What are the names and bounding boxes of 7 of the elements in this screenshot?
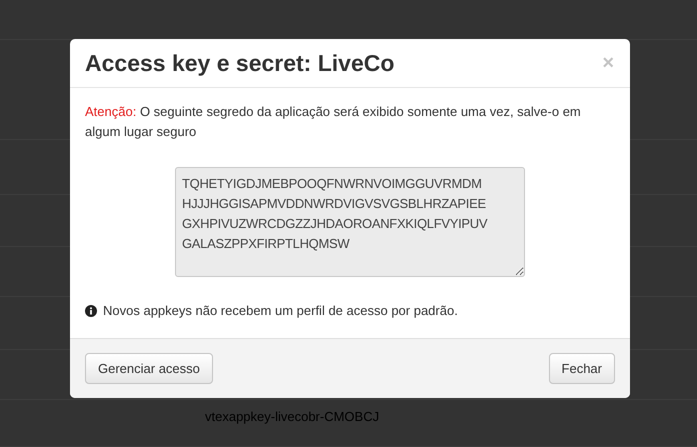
dialog-title: Access key e secret: LiveCo: [85, 50, 394, 76]
info-note: Novos appkeys não recebem um perfil de acesso por padrão.: [103, 303, 458, 318]
info-icon: [85, 304, 97, 316]
manage-access-button[interactable]: Gerenciar acesso: [85, 353, 213, 384]
warning-message: Atenção: O seguinte segredo da aplicação será exibido somente uma vez, salve-o em algum lugar seguro: [85, 103, 582, 141]
close-dialog-button[interactable]: Fechar: [548, 353, 615, 384]
secret-field[interactable]: TQHETYIGDJMEBPOOQFNWRNVOIMGGUVRMDM HJJJHGGISAPMVDDNWRDVIGVSVGSBLHRZAPIEE GXHPIVUZWRCDGZZJHDAOROANFXKIQLFVYIPUV GALASZPPXFIRPTLHQMSW: [175, 167, 525, 277]
